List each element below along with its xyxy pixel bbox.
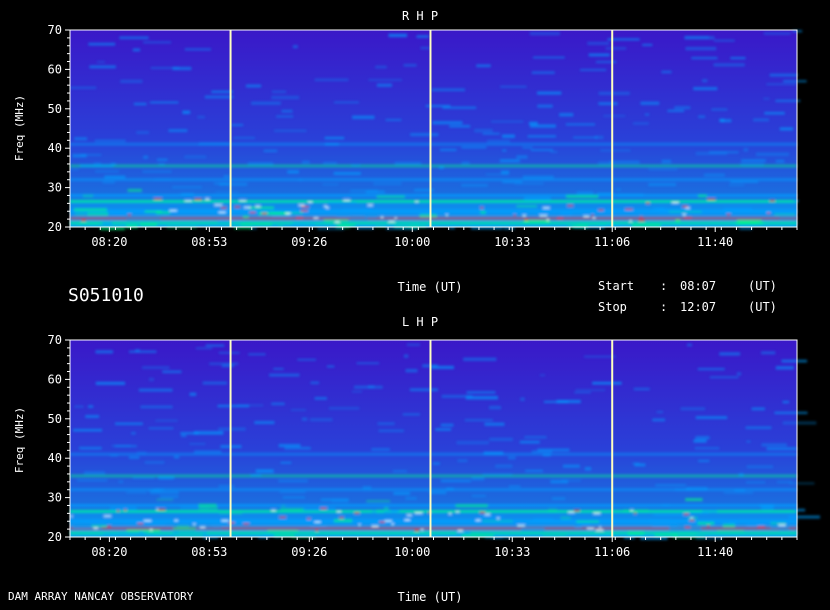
spectrogram-figure: R H P 20 30 40 50 60 70 08:20 08:53 09:26 10:00 1…: [8, 9, 821, 604]
rhp-title: R H P: [402, 9, 438, 23]
start-unit: (UT): [748, 279, 777, 293]
rhp-xtick-label-1000: 10:00: [394, 235, 430, 249]
rhp-xlabel: Time (UT): [397, 280, 462, 294]
lhp-ytick-label-30: 30: [48, 491, 62, 505]
rhp-xtick-label-0926: 09:26: [291, 235, 327, 249]
lhp-ytick-label-20: 20: [48, 530, 62, 544]
rhp-ytick-label-40: 40: [48, 141, 62, 155]
lhp-xtick-label-1106: 11:06: [594, 545, 630, 559]
start-label: Start: [598, 279, 634, 293]
start-sep: :: [660, 279, 667, 293]
observatory-label: DAM ARRAY NANCAY OBSERVATORY: [8, 590, 194, 603]
start-time: 08:07: [680, 279, 716, 293]
lhp-xtick-label-1140: 11:40: [697, 545, 733, 559]
rhp-ytick-label-20: 20: [48, 220, 62, 234]
stop-label: Stop: [598, 300, 627, 314]
rhp-xtick-label-0820: 08:20: [91, 235, 127, 249]
lhp-xtick-label-0820: 08:20: [91, 545, 127, 559]
lhp-ytick-label-40: 40: [48, 451, 62, 465]
lhp-ylabel: Freq (MHz): [13, 407, 26, 473]
lhp-xtick-label-0853: 08:53: [191, 545, 227, 559]
rhp-ylabel: Freq (MHz): [13, 95, 26, 161]
rhp-ytick-label-50: 50: [48, 102, 62, 116]
rhp-ytick-label-70: 70: [48, 23, 62, 37]
rhp-ytick-label-30: 30: [48, 181, 62, 195]
rhp-xtick-label-1033: 10:33: [494, 235, 530, 249]
lhp-xlabel: Time (UT): [397, 590, 462, 604]
lhp-spectrum-area: [70, 340, 797, 537]
stop-sep: :: [660, 300, 667, 314]
lhp-ytick-label-60: 60: [48, 372, 62, 386]
stop-time: 12:07: [680, 300, 716, 314]
lhp-xtick-label-1000: 10:00: [394, 545, 430, 559]
rhp-xtick-label-1106: 11:06: [594, 235, 630, 249]
stop-unit: (UT): [748, 300, 777, 314]
lhp-title: L H P: [402, 315, 438, 329]
rhp-xtick-label-0853: 08:53: [191, 235, 227, 249]
rhp-ytick-label-60: 60: [48, 62, 62, 76]
rhp-spectrum-area: [70, 30, 797, 227]
lhp-xtick-label-0926: 09:26: [291, 545, 327, 559]
lhp-ytick-label-70: 70: [48, 333, 62, 347]
lhp-panel: L H P 20 30 40 50 60 70 08:20 08:53 09:26 10:00 1…: [13, 315, 821, 559]
lhp-xtick-label-1033: 10:33: [494, 545, 530, 559]
rhp-panel: R H P 20 30 40 50 60 70 08:20 08:53 09:26 10:00 1…: [13, 9, 807, 249]
station-id: S051010: [68, 285, 144, 306]
lhp-ytick-label-50: 50: [48, 412, 62, 426]
rhp-xtick-label-1140: 11:40: [697, 235, 733, 249]
